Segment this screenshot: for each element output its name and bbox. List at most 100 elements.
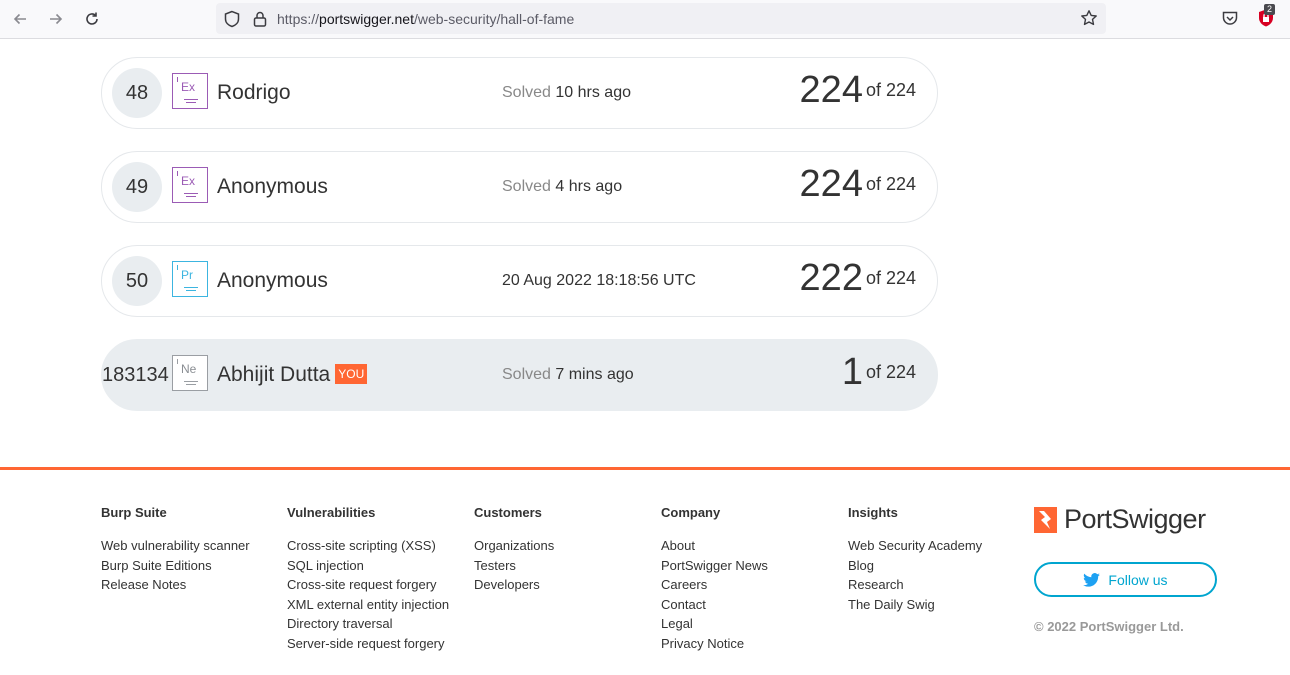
- footer-link[interactable]: Research: [848, 575, 982, 595]
- badge-label: Ne: [181, 362, 197, 376]
- twitter-icon: [1083, 572, 1101, 587]
- footer-column-vulnerabilities: Vulnerabilities Cross-site scripting (XS…: [287, 505, 449, 653]
- footer-column-burp-suite: Burp Suite Web vulnerability scanner Bur…: [101, 505, 250, 595]
- score-value: 224: [799, 163, 863, 205]
- portswigger-mark-icon: [1034, 507, 1057, 533]
- solved-value: 20 Aug 2022 18:18:56 UTC: [502, 272, 696, 289]
- footer-link[interactable]: Cross-site scripting (XSS): [287, 536, 449, 556]
- solved-prefix: Solved: [502, 84, 551, 101]
- score-total: of 224: [865, 80, 916, 100]
- lock-icon[interactable]: [251, 10, 269, 28]
- rank-number: 48: [112, 68, 162, 118]
- footer-heading: Customers: [474, 505, 542, 520]
- back-button[interactable]: [9, 8, 31, 30]
- footer-link[interactable]: About: [661, 536, 768, 556]
- solved-prefix: Solved: [502, 366, 551, 383]
- leaderboard-row-current-user: 183134 Ne Abhijit Dutta YOU Solved 7 mins…: [101, 339, 938, 411]
- footer-link[interactable]: XML external entity injection: [287, 595, 449, 615]
- footer-column-customers: Customers Organizations Testers Develope…: [474, 505, 554, 595]
- footer-link[interactable]: Blog: [848, 556, 982, 576]
- follow-us-label: Follow us: [1108, 571, 1168, 588]
- shield-icon[interactable]: [223, 10, 241, 28]
- footer-link[interactable]: Developers: [474, 575, 554, 595]
- badge-label: Ex: [181, 174, 196, 188]
- url-path: /web-security/hall-of-fame: [413, 11, 575, 27]
- footer-column-company: Company About PortSwigger News Careers C…: [661, 505, 768, 653]
- solved-prefix: Solved: [502, 178, 551, 195]
- footer-link[interactable]: Testers: [474, 556, 554, 576]
- footer-link[interactable]: Release Notes: [101, 575, 250, 595]
- score: 224 of 224: [800, 69, 916, 112]
- score: 224 of 224: [800, 163, 916, 206]
- score: 1 of 224: [842, 351, 916, 394]
- footer-link[interactable]: Organizations: [474, 536, 554, 556]
- rank-number: 49: [112, 162, 162, 212]
- footer-link[interactable]: The Daily Swig: [848, 595, 982, 615]
- footer-link[interactable]: Careers: [661, 575, 768, 595]
- pocket-icon[interactable]: [1221, 9, 1239, 27]
- you-badge: YOU: [335, 364, 368, 384]
- footer-heading: Burp Suite: [101, 505, 167, 520]
- footer-heading: Vulnerabilities: [287, 505, 376, 520]
- score-total: of 224: [865, 362, 916, 382]
- user-name: Anonymous: [217, 175, 328, 198]
- user-name-text: Abhijit Dutta: [217, 363, 331, 386]
- url-scheme: https://: [277, 11, 320, 27]
- user-name: Anonymous: [217, 269, 328, 292]
- brand-wordmark: PortSwigger: [1064, 504, 1206, 534]
- score-value: 222: [799, 257, 863, 299]
- footer-link[interactable]: Directory traversal: [287, 614, 449, 634]
- footer-column-insights: Insights Web Security Academy Blog Resea…: [848, 505, 982, 614]
- follow-us-button[interactable]: Follow us: [1034, 562, 1217, 597]
- practitioner-badge-icon: Pr: [172, 261, 208, 297]
- footer-divider: [0, 467, 1290, 470]
- forward-button[interactable]: [45, 8, 67, 30]
- solved-time: Solved 4 hrs ago: [502, 178, 622, 196]
- portswigger-logo[interactable]: PortSwigger: [1034, 504, 1224, 537]
- expert-badge-icon: Ex: [172, 73, 208, 109]
- footer-link[interactable]: Server-side request forgery: [287, 634, 449, 654]
- solved-time: Solved 10 hrs ago: [502, 84, 631, 102]
- arrow-left-icon: [13, 13, 26, 25]
- expert-badge-icon: Ex: [172, 167, 208, 203]
- rank-number: 183134: [102, 363, 169, 386]
- address-bar[interactable]: https://portswigger.net/web-security/hal…: [216, 3, 1106, 34]
- url-text[interactable]: https://portswigger.net/web-security/hal…: [277, 11, 574, 27]
- bookmark-star-icon[interactable]: [1080, 9, 1098, 27]
- leaderboard-row: 50 Pr Anonymous 20 Aug 2022 18:18:56 UTC…: [101, 245, 938, 317]
- copyright: © 2022 PortSwigger Ltd.: [1034, 619, 1184, 634]
- solved-time: Solved 7 mins ago: [502, 366, 634, 384]
- footer-heading: Insights: [848, 505, 898, 520]
- reload-icon: [86, 12, 98, 25]
- solved-value: 7 mins ago: [555, 366, 634, 383]
- footer-link[interactable]: Contact: [661, 595, 768, 615]
- footer-link[interactable]: SQL injection: [287, 556, 449, 576]
- badge-label: Pr: [181, 268, 193, 282]
- score-total: of 224: [865, 268, 916, 288]
- footer-heading: Company: [661, 505, 721, 520]
- leaderboard-row: 49 Ex Anonymous Solved 4 hrs ago 224 of 2…: [101, 151, 938, 223]
- footer-link[interactable]: Legal: [661, 614, 768, 634]
- solved-time: 20 Aug 2022 18:18:56 UTC: [502, 272, 696, 290]
- reload-button[interactable]: [81, 8, 103, 30]
- browser-toolbar: https://portswigger.net/web-security/hal…: [0, 0, 1290, 39]
- newcomer-badge-icon: Ne: [172, 355, 208, 391]
- arrow-right-icon: [50, 13, 63, 25]
- extension-badge: 2: [1264, 4, 1276, 15]
- footer-link[interactable]: Web Security Academy: [848, 536, 982, 556]
- solved-value: 10 hrs ago: [555, 84, 631, 101]
- leaderboard-row: 48 Ex Rodrigo Solved 10 hrs ago 224 of 22…: [101, 57, 938, 129]
- score-value: 1: [841, 351, 863, 393]
- footer-link[interactable]: Cross-site request forgery: [287, 575, 449, 595]
- badge-label: Ex: [181, 80, 196, 94]
- score-total: of 224: [865, 174, 916, 194]
- footer-link[interactable]: Web vulnerability scanner: [101, 536, 250, 556]
- solved-value: 4 hrs ago: [555, 178, 623, 195]
- score: 222 of 224: [800, 257, 916, 300]
- user-name: Rodrigo: [217, 81, 291, 104]
- footer-link[interactable]: PortSwigger News: [661, 556, 768, 576]
- url-domain: portswigger.net: [319, 11, 414, 27]
- score-value: 224: [799, 69, 863, 111]
- footer-link[interactable]: Burp Suite Editions: [101, 556, 250, 576]
- footer-link[interactable]: Privacy Notice: [661, 634, 768, 654]
